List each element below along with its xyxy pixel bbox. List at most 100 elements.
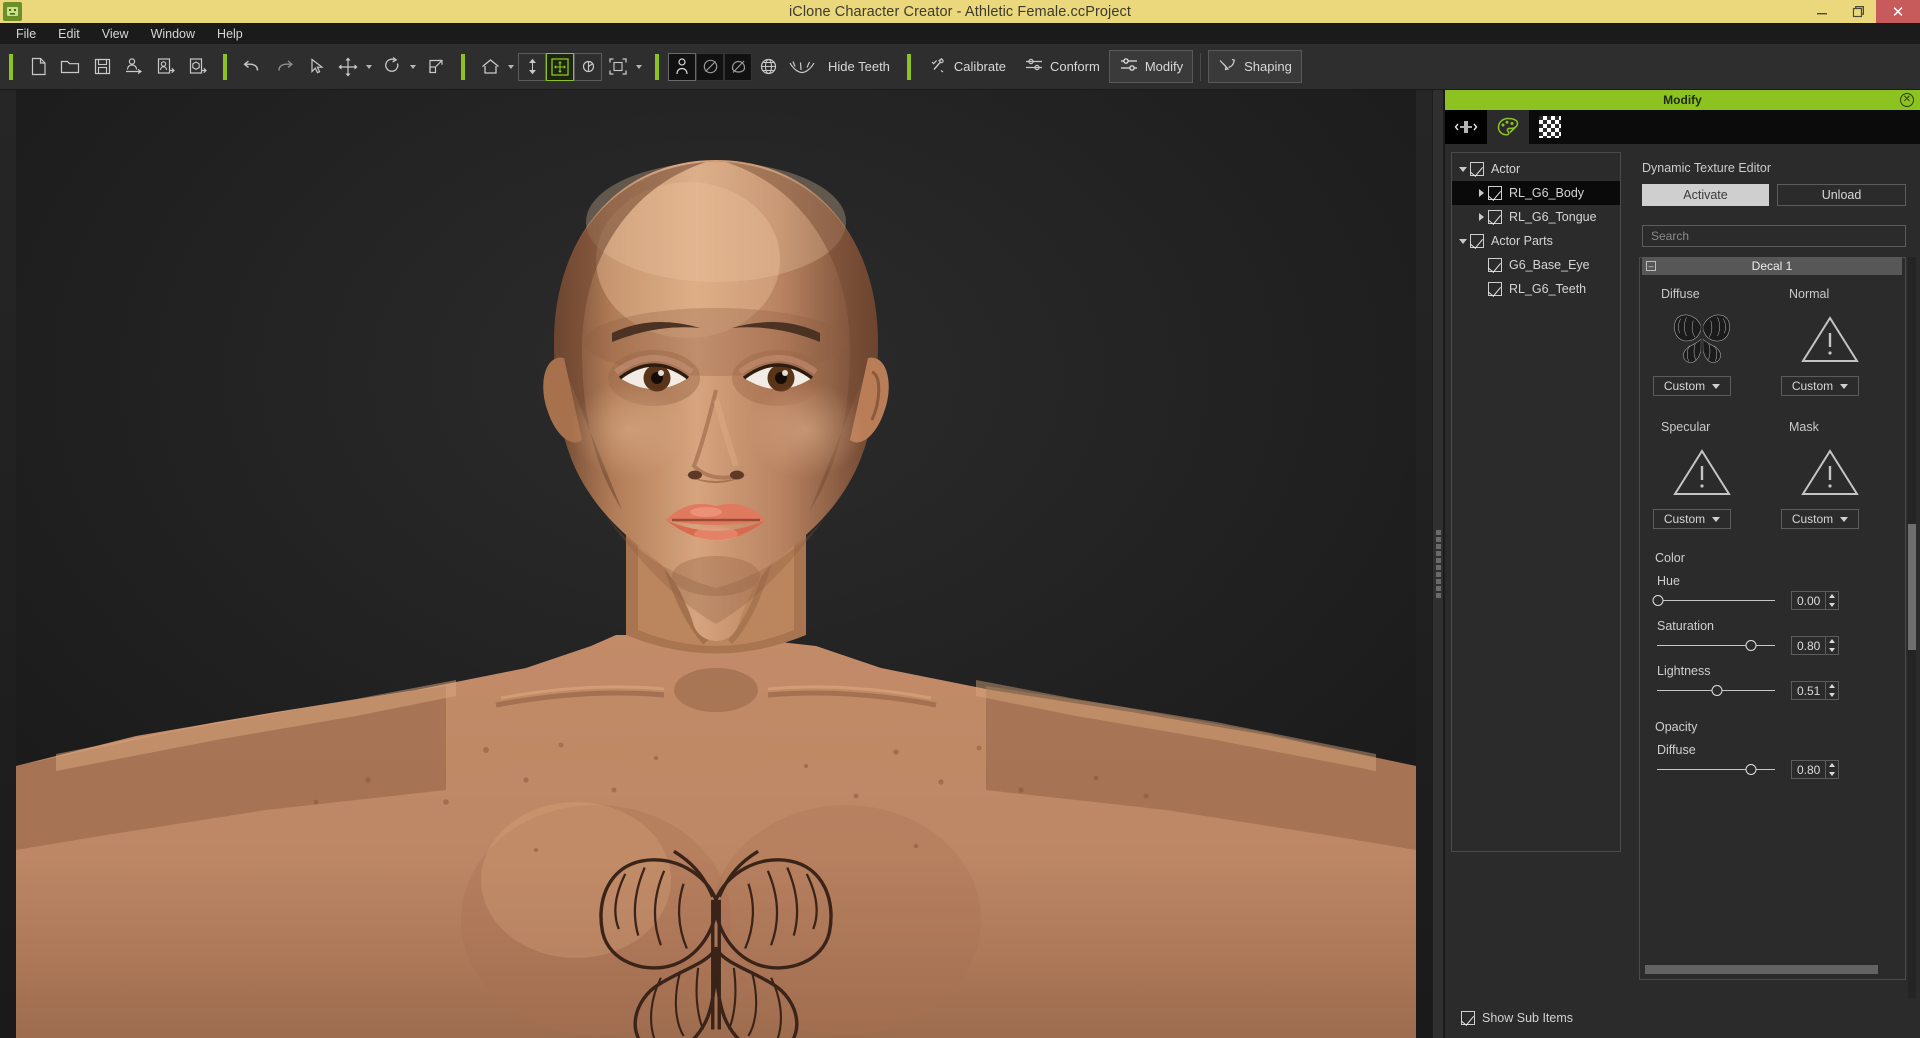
frame-object-icon[interactable]	[602, 51, 634, 83]
undo-icon[interactable]	[236, 51, 268, 83]
horizontal-scrollbar[interactable]	[1645, 965, 1896, 974]
hue-value-field[interactable]: 0.00	[1791, 591, 1839, 610]
minus-icon[interactable]: –	[1646, 261, 1656, 271]
specular-channel: Specular Custom	[1643, 420, 1771, 529]
visibility-checkbox[interactable]	[1470, 162, 1484, 176]
hue-slider[interactable]	[1657, 594, 1775, 608]
menu-item-file[interactable]: File	[6, 25, 46, 43]
tree-item-g6-base-eye[interactable]: G6_Base_Eye	[1452, 253, 1620, 277]
opacity-diffuse-stepper[interactable]	[1825, 760, 1838, 779]
save-project-icon[interactable]	[86, 51, 118, 83]
lightness-value-field[interactable]: 0.51	[1791, 681, 1839, 700]
search-field[interactable]	[1642, 225, 1906, 247]
hide-hair-icon[interactable]	[724, 53, 752, 81]
saturation-slider[interactable]	[1657, 639, 1775, 653]
move-tool-icon[interactable]	[332, 51, 364, 83]
toolbar-divider	[655, 54, 659, 80]
saturation-value-field[interactable]: 0.80	[1791, 636, 1839, 655]
saturation-stepper[interactable]	[1825, 636, 1838, 655]
move-tool-dropdown-icon[interactable]	[366, 65, 372, 69]
eyelash-icon[interactable]	[784, 51, 820, 83]
menu-item-view[interactable]: View	[92, 25, 139, 43]
warning-thumb[interactable]	[1661, 441, 1743, 503]
opacity-diffuse-slider[interactable]	[1657, 763, 1775, 777]
calibrate-button[interactable]: Calibrate	[920, 51, 1015, 82]
tree-item-actor[interactable]: Actor	[1452, 157, 1620, 181]
saturation-value: 0.80	[1797, 639, 1820, 653]
mask-dropdown[interactable]: Custom	[1781, 509, 1859, 529]
window-title: iClone Character Creator - Athletic Fema…	[0, 4, 1920, 20]
modify-button[interactable]: Modify	[1109, 50, 1193, 83]
horizontal-scrollbar-thumb[interactable]	[1645, 965, 1878, 974]
hue-stepper[interactable]	[1825, 591, 1838, 610]
opacity-diffuse-value-field[interactable]: 0.80	[1791, 760, 1839, 779]
home-view-dropdown-icon[interactable]	[508, 65, 514, 69]
import-character-icon[interactable]	[150, 51, 182, 83]
tree-item-rl-g6-tongue[interactable]: RL_G6_Tongue	[1452, 205, 1620, 229]
visibility-checkbox[interactable]	[1488, 258, 1502, 272]
material-settings-column: Dynamic Texture Editor Activate Unload –…	[1625, 144, 1920, 998]
butterfly-thumb[interactable]	[1661, 308, 1743, 370]
redo-icon[interactable]	[268, 51, 300, 83]
visibility-checkbox[interactable]	[1488, 282, 1502, 296]
open-project-icon[interactable]	[54, 51, 86, 83]
look-at-icon[interactable]	[574, 53, 602, 81]
search-input[interactable]	[1651, 229, 1905, 243]
expander-down-icon[interactable]	[1456, 239, 1470, 244]
shaping-button[interactable]: Shaping	[1208, 50, 1302, 83]
unload-button[interactable]: Unload	[1777, 184, 1906, 206]
menu-item-window[interactable]: Window	[141, 25, 205, 43]
tree-item-actor-parts[interactable]: Actor Parts	[1452, 229, 1620, 253]
fit-vertical-icon[interactable]	[518, 53, 546, 81]
expander-down-icon[interactable]	[1456, 167, 1470, 172]
activate-button[interactable]: Activate	[1642, 184, 1769, 206]
world-icon[interactable]	[752, 51, 784, 83]
object-tree[interactable]: Actor RL_G6_Body RL_G6_Tongue	[1451, 152, 1621, 852]
lightness-slider[interactable]	[1657, 684, 1775, 698]
vertical-scrollbar[interactable]	[1908, 257, 1916, 998]
3d-viewport[interactable]	[0, 90, 1432, 1038]
visibility-checkbox[interactable]	[1488, 186, 1502, 200]
conform-button[interactable]: Conform	[1015, 51, 1109, 82]
tree-item-rl-g6-teeth[interactable]: RL_G6_Teeth	[1452, 277, 1620, 301]
tree-item-label: G6_Base_Eye	[1509, 258, 1590, 272]
warning-thumb[interactable]	[1789, 441, 1871, 503]
menu-item-help[interactable]: Help	[207, 25, 253, 43]
select-tool-icon[interactable]	[300, 51, 332, 83]
rotate-tool-icon[interactable]	[376, 51, 408, 83]
tree-item-rl-g6-body[interactable]: RL_G6_Body	[1452, 181, 1620, 205]
home-view-icon[interactable]	[474, 51, 506, 83]
chevron-down-icon	[1840, 384, 1848, 389]
new-project-icon[interactable]	[22, 51, 54, 83]
expander-right-icon[interactable]	[1474, 213, 1488, 221]
hide-teeth-button[interactable]: Hide Teeth	[820, 59, 898, 74]
visibility-checkbox[interactable]	[1470, 234, 1484, 248]
specular-dropdown[interactable]: Custom	[1653, 509, 1731, 529]
close-panel-icon[interactable]: ✕	[1900, 93, 1914, 107]
vertical-scrollbar-thumb[interactable]	[1908, 524, 1916, 650]
texture-tab[interactable]	[1529, 110, 1571, 144]
scale-tool-icon[interactable]	[420, 51, 452, 83]
panel-splitter[interactable]	[1432, 90, 1444, 1038]
hide-body-icon[interactable]	[696, 53, 724, 81]
material-tab[interactable]	[1487, 110, 1529, 144]
lightness-slider-row: 0.51	[1657, 681, 1920, 700]
diffuse-dropdown[interactable]: Custom	[1653, 376, 1731, 396]
body-view-icon[interactable]	[668, 53, 696, 81]
adjust-tab[interactable]	[1445, 110, 1487, 144]
lightness-stepper[interactable]	[1825, 681, 1838, 700]
import-prop-icon[interactable]	[182, 51, 214, 83]
show-sub-items-checkbox[interactable]	[1461, 1011, 1475, 1025]
load-character-icon[interactable]	[118, 51, 150, 83]
visibility-checkbox[interactable]	[1488, 210, 1502, 224]
frame-object-dropdown-icon[interactable]	[636, 65, 642, 69]
normal-dropdown[interactable]: Custom	[1781, 376, 1859, 396]
menu-item-edit[interactable]: Edit	[48, 25, 90, 43]
expander-right-icon[interactable]	[1474, 189, 1488, 197]
normal-channel: Normal Custom	[1771, 287, 1899, 396]
warning-thumb[interactable]	[1789, 308, 1871, 370]
calibrate-icon	[929, 56, 948, 77]
rotate-tool-dropdown-icon[interactable]	[410, 65, 416, 69]
fit-all-icon[interactable]	[546, 53, 574, 81]
decal-group-header[interactable]: – Decal 1	[1642, 257, 1902, 275]
